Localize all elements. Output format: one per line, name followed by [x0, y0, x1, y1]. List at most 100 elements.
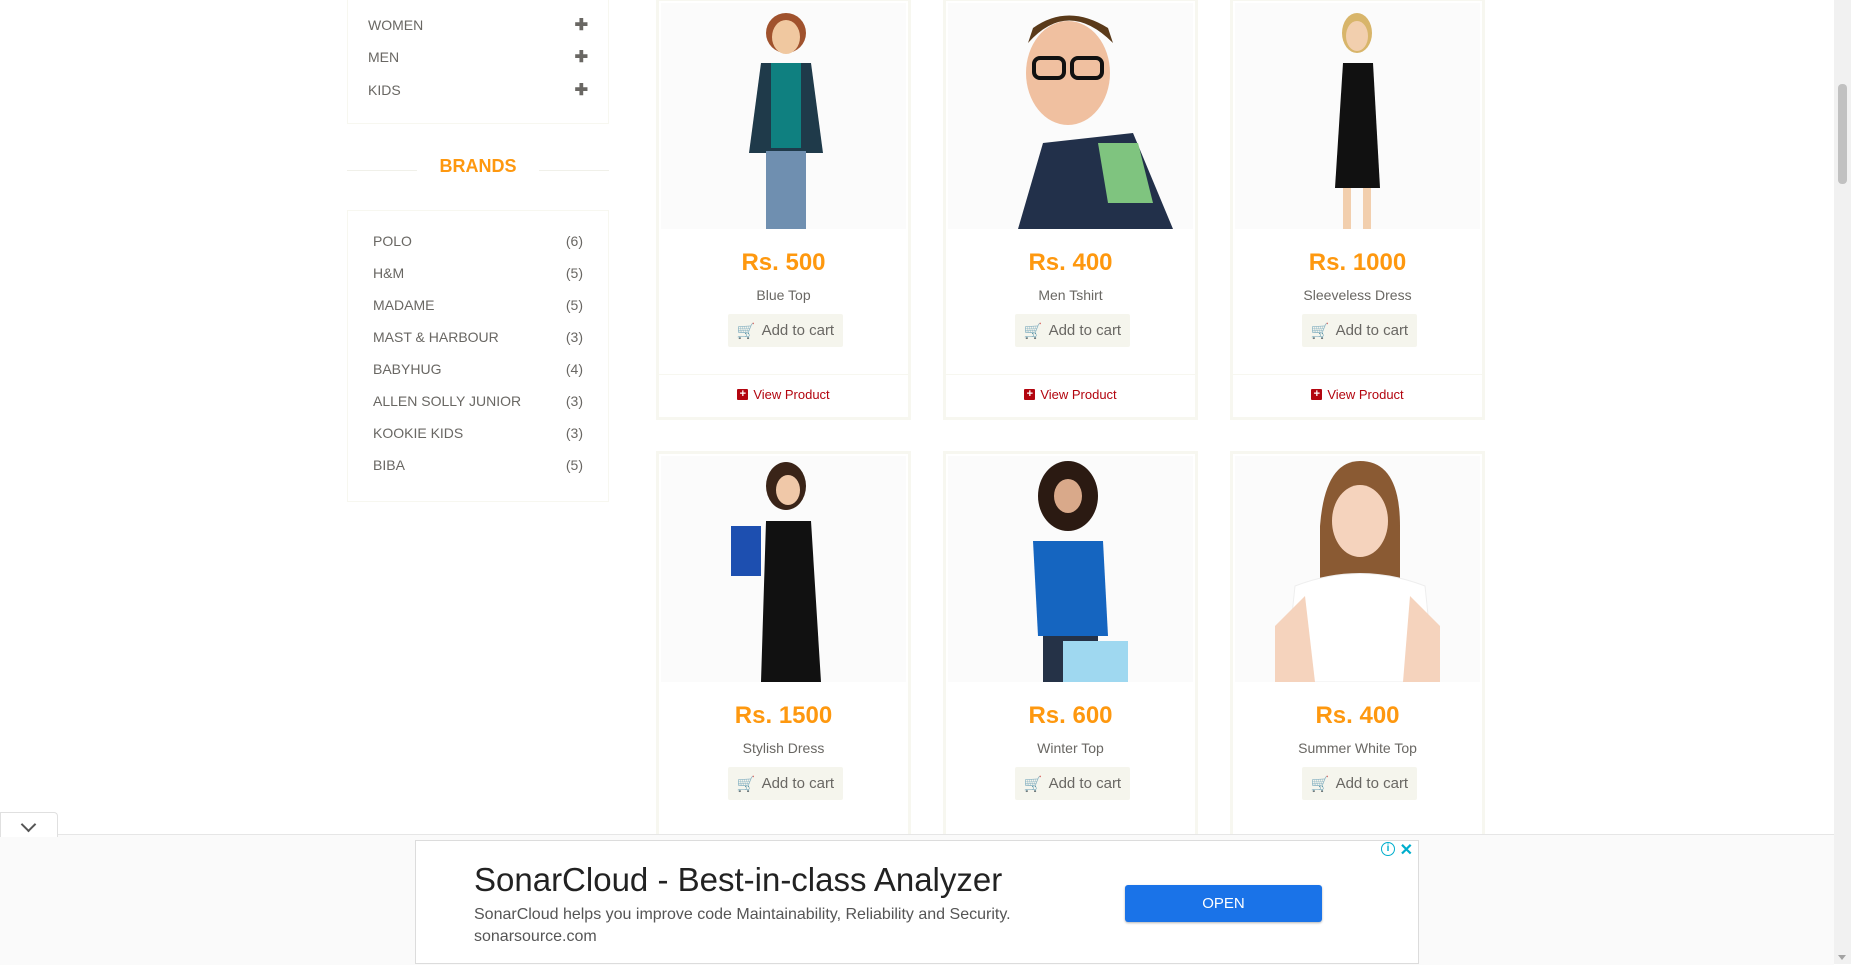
plus-square-icon: +: [1024, 389, 1036, 400]
view-product-link[interactable]: + View Product: [946, 387, 1195, 402]
product-card: Rs. 1000 Sleeveless Dress 🛒 Add to cart …: [1230, 0, 1485, 420]
category-label: MEN: [368, 49, 400, 65]
product-card: Rs. 1500 Stylish Dress 🛒 Add to cart: [656, 451, 911, 851]
card-divider: [946, 374, 1195, 375]
ad-close-icon[interactable]: ✕: [1400, 840, 1413, 860]
cart-icon: 🛒: [736, 775, 756, 793]
add-to-cart-label: Add to cart: [1335, 322, 1409, 339]
view-product-label: View Product: [1040, 387, 1117, 402]
ad-url[interactable]: sonarsource.com: [474, 928, 597, 946]
brand-count: (3): [565, 425, 583, 441]
brand-count: (5): [565, 265, 583, 281]
category-men[interactable]: MEN ✚: [368, 47, 588, 67]
view-product-label: View Product: [753, 387, 830, 402]
plus-square-icon: +: [1311, 389, 1323, 400]
card-divider: [659, 374, 908, 375]
cart-icon: 🛒: [736, 322, 756, 340]
category-panel: WOMEN ✚ MEN ✚ KIDS ✚: [347, 0, 609, 124]
product-card: Rs. 600 Winter Top 🛒 Add to cart: [943, 451, 1198, 851]
brand-name[interactable]: KOOKIE KIDS: [373, 425, 463, 441]
brands-heading: BRANDS: [347, 156, 609, 186]
brand-count: (4): [565, 361, 583, 377]
brand-item[interactable]: BIBA (5): [373, 457, 583, 473]
cart-icon: 🛒: [1310, 322, 1330, 340]
view-product-link[interactable]: + View Product: [1233, 387, 1482, 402]
product-name: Blue Top: [756, 287, 811, 303]
add-to-cart-button[interactable]: 🛒 Add to cart: [728, 314, 843, 347]
add-to-cart-label: Add to cart: [1335, 775, 1409, 792]
brand-item[interactable]: MADAME (5): [373, 297, 583, 313]
product-image: [1235, 456, 1480, 682]
category-label: WOMEN: [368, 17, 424, 33]
ad-info-icon[interactable]: i: [1381, 842, 1395, 856]
brand-count: (5): [565, 297, 583, 313]
brand-count: (3): [565, 393, 583, 409]
brand-name[interactable]: MAST & HARBOUR: [373, 329, 499, 345]
product-card: Rs. 400 Men Tshirt 🛒 Add to cart + View …: [943, 0, 1198, 420]
product-name: Men Tshirt: [1038, 287, 1103, 303]
card-divider: [1233, 374, 1482, 375]
category-label: KIDS: [368, 82, 401, 98]
brands-panel: POLO (6) H&M (5) MADAME (5) MAST & HARBO…: [347, 210, 609, 502]
cart-icon: 🛒: [1023, 775, 1043, 793]
product-card: Rs. 400 Summer White Top 🛒 Add to cart: [1230, 451, 1485, 851]
add-to-cart-label: Add to cart: [761, 322, 835, 339]
add-to-cart-button[interactable]: 🛒 Add to cart: [1015, 314, 1130, 347]
product-price: Rs. 500: [741, 249, 826, 276]
brand-count: (5): [565, 457, 583, 473]
brand-item[interactable]: MAST & HARBOUR (3): [373, 329, 583, 345]
plus-icon[interactable]: ✚: [575, 80, 588, 100]
product-image: [948, 3, 1193, 229]
ad-description: SonarCloud helps you improve code Mainta…: [474, 906, 1011, 923]
product-image: [661, 3, 906, 229]
product-image: [948, 456, 1193, 682]
brand-name[interactable]: H&M: [373, 265, 404, 281]
brand-item[interactable]: KOOKIE KIDS (3): [373, 425, 583, 441]
product-price: Rs. 600: [1028, 702, 1113, 729]
product-price: Rs. 1500: [734, 702, 833, 729]
add-to-cart-button[interactable]: 🛒 Add to cart: [728, 767, 843, 800]
brand-name[interactable]: POLO: [373, 233, 412, 249]
ad-banner[interactable]: SonarCloud - Best-in-class Analyzer Sona…: [415, 840, 1419, 964]
product-name: Stylish Dress: [742, 740, 825, 756]
ad-open-button[interactable]: OPEN: [1125, 885, 1322, 922]
plus-square-icon: +: [737, 389, 749, 400]
product-name: Winter Top: [1037, 740, 1104, 756]
category-kids[interactable]: KIDS ✚: [368, 80, 588, 100]
chevron-down-icon: [20, 816, 37, 833]
brand-item[interactable]: BABYHUG (4): [373, 361, 583, 377]
brand-name[interactable]: ALLEN SOLLY JUNIOR: [373, 393, 521, 409]
product-image: [1235, 3, 1480, 229]
scroll-down-arrow-icon[interactable]: [1838, 955, 1846, 960]
add-to-cart-label: Add to cart: [1048, 322, 1122, 339]
brand-count: (6): [565, 233, 583, 249]
add-to-cart-button[interactable]: 🛒 Add to cart: [1302, 314, 1417, 347]
product-name: Summer White Top: [1298, 740, 1417, 756]
add-to-cart-button[interactable]: 🛒 Add to cart: [1302, 767, 1417, 800]
cart-icon: 🛒: [1310, 775, 1330, 793]
add-to-cart-button[interactable]: 🛒 Add to cart: [1015, 767, 1130, 800]
scrollbar-thumb[interactable]: [1838, 84, 1847, 184]
view-product-label: View Product: [1327, 387, 1404, 402]
add-to-cart-label: Add to cart: [1048, 775, 1122, 792]
plus-icon[interactable]: ✚: [575, 47, 588, 67]
brand-item[interactable]: ALLEN SOLLY JUNIOR (3): [373, 393, 583, 409]
product-image: [661, 456, 906, 682]
product-card: Rs. 500 Blue Top 🛒 Add to cart + View Pr…: [656, 0, 911, 420]
brand-name[interactable]: BIBA: [373, 457, 405, 473]
brand-item[interactable]: POLO (6): [373, 233, 583, 249]
brand-name[interactable]: BABYHUG: [373, 361, 441, 377]
ad-collapse-toggle[interactable]: [0, 812, 58, 837]
ad-title[interactable]: SonarCloud - Best-in-class Analyzer: [474, 861, 1002, 899]
brand-name[interactable]: MADAME: [373, 297, 434, 313]
product-name: Sleeveless Dress: [1303, 287, 1412, 303]
view-product-link[interactable]: + View Product: [659, 387, 908, 402]
product-price: Rs. 1000: [1308, 249, 1407, 276]
plus-icon[interactable]: ✚: [575, 15, 588, 35]
brand-item[interactable]: H&M (5): [373, 265, 583, 281]
add-to-cart-label: Add to cart: [761, 775, 835, 792]
page-scrollbar[interactable]: [1834, 0, 1851, 964]
brand-count: (3): [565, 329, 583, 345]
category-women[interactable]: WOMEN ✚: [368, 15, 588, 35]
cart-icon: 🛒: [1023, 322, 1043, 340]
